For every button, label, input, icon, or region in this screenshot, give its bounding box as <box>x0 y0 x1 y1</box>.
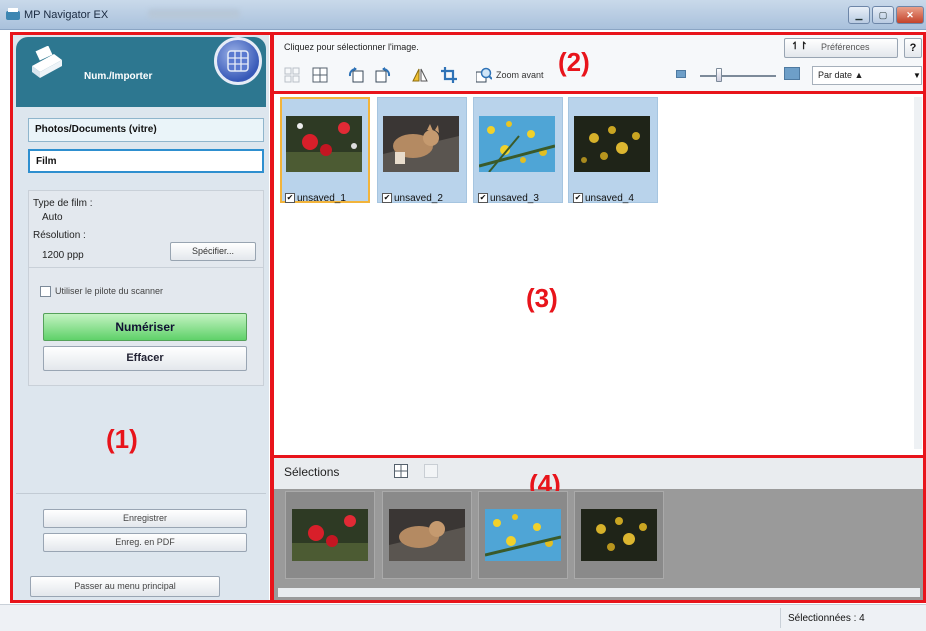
maximize-button[interactable]: ▢ <box>872 6 894 24</box>
status-divider <box>780 608 781 628</box>
minimize-button[interactable]: ▁ <box>848 6 870 24</box>
callout-frame-4 <box>271 455 926 603</box>
title-bar <box>0 0 926 30</box>
app-icon <box>6 8 20 20</box>
window-title: MP Navigator EX <box>24 9 109 21</box>
selected-count: Sélectionnées : 4 <box>788 613 865 624</box>
window-title-blurred-part <box>148 9 240 19</box>
callout-frame-3 <box>271 91 926 458</box>
callout-frame-1 <box>10 32 273 603</box>
callout-frame-2 <box>271 32 926 94</box>
close-button[interactable]: ✕ <box>896 6 924 24</box>
